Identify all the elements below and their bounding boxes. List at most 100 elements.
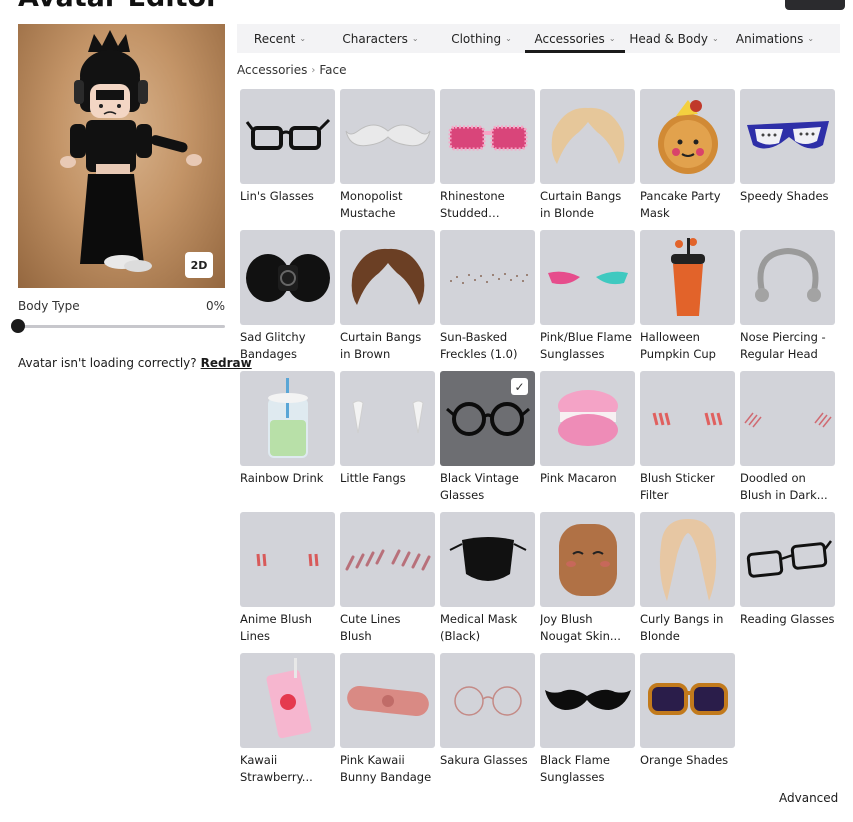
item-thumbnail[interactable] <box>240 512 335 607</box>
item-card[interactable]: Curtain Bangs in Brown <box>340 230 435 371</box>
item-card[interactable]: Speedy Shades <box>740 89 835 230</box>
item-card[interactable]: ✓ Black Vintage Glasses <box>440 371 535 512</box>
item-name: Reading Glasses <box>740 612 835 626</box>
view-2d-toggle[interactable]: 2D <box>185 252 213 278</box>
item-name: Black Vintage Glasses <box>440 471 519 502</box>
item-name: Blush Sticker Filter <box>640 471 715 502</box>
item-thumbnail[interactable] <box>440 512 535 607</box>
item-card[interactable]: Joy Blush Nougat Skin... <box>540 512 635 653</box>
item-card[interactable]: Curly Bangs in Blonde <box>640 512 735 653</box>
brown-bangs-icon <box>345 243 431 313</box>
item-name: Cute Lines Blush <box>340 612 401 643</box>
purple-shades-icon <box>743 115 833 159</box>
item-card[interactable]: Pink Macaron <box>540 371 635 512</box>
item-thumbnail[interactable] <box>640 371 735 466</box>
item-card[interactable]: Kawaii Strawberry... <box>240 653 335 794</box>
item-thumbnail[interactable] <box>540 230 635 325</box>
tab-accessories[interactable]: Accessories ⌄ <box>525 24 625 53</box>
body-type-slider-thumb[interactable] <box>11 319 25 333</box>
item-thumbnail[interactable] <box>640 89 735 184</box>
item-thumbnail[interactable] <box>440 230 535 325</box>
item-name: Orange Shades <box>640 753 729 767</box>
tab-characters[interactable]: Characters ⌄ <box>323 24 438 53</box>
item-card[interactable]: Lin's Glasses <box>240 89 335 230</box>
item-card[interactable]: Pancake Party Mask <box>640 89 735 230</box>
item-thumbnail[interactable] <box>240 230 335 325</box>
item-thumbnail[interactable] <box>340 371 435 466</box>
avatar-preview[interactable]: 2D <box>18 24 225 288</box>
item-thumbnail[interactable] <box>540 512 635 607</box>
item-thumbnail[interactable] <box>740 512 835 607</box>
item-thumbnail[interactable] <box>240 89 335 184</box>
reading-glasses-icon <box>743 535 833 585</box>
item-card[interactable]: Medical Mask (Black) <box>440 512 535 653</box>
breadcrumb-separator-icon: › <box>311 64 316 76</box>
item-card[interactable]: Anime Blush Lines <box>240 512 335 653</box>
black-glasses-icon <box>245 112 331 162</box>
item-card[interactable]: Pink Kawaii Bunny Bandage <box>340 653 435 794</box>
item-card[interactable]: Monopolist Mustache <box>340 89 435 230</box>
item-thumbnail[interactable] <box>640 653 735 748</box>
item-name: Kawaii Strawberry... <box>240 753 313 784</box>
item-card[interactable]: Little Fangs <box>340 371 435 512</box>
item-card[interactable]: Blush Sticker Filter <box>640 371 735 512</box>
freckles-icon <box>445 263 531 293</box>
tab-label: Clothing <box>451 31 502 46</box>
item-thumbnail[interactable] <box>740 230 835 325</box>
item-thumbnail[interactable] <box>740 371 835 466</box>
item-thumbnail[interactable] <box>640 230 735 325</box>
item-name: Lin's Glasses <box>240 189 314 203</box>
item-thumbnail[interactable] <box>440 653 535 748</box>
item-thumbnail[interactable] <box>240 653 335 748</box>
item-thumbnail[interactable] <box>540 653 635 748</box>
curly-bangs-icon <box>653 515 723 605</box>
item-thumbnail[interactable] <box>540 89 635 184</box>
item-card[interactable]: Sakura Glasses <box>440 653 535 794</box>
item-thumbnail[interactable] <box>740 89 835 184</box>
item-card[interactable]: Orange Shades <box>640 653 735 794</box>
item-name: Sad Glitchy Bandages <box>240 330 306 361</box>
item-card[interactable]: Nose Piercing - Regular Head <box>740 230 835 371</box>
tab-clothing[interactable]: Clothing ⌄ <box>438 24 525 53</box>
chevron-down-icon: ⌄ <box>505 34 512 43</box>
body-type-value: 0% <box>205 299 225 313</box>
item-card[interactable]: Halloween Pumpkin Cup <box>640 230 735 371</box>
item-card[interactable]: Rhinestone Studded Squar... <box>440 89 535 230</box>
item-name: Little Fangs <box>340 471 406 485</box>
tab-animations[interactable]: Animations ⌄ <box>723 24 827 53</box>
item-thumbnail[interactable] <box>540 371 635 466</box>
item-thumbnail[interactable] <box>340 653 435 748</box>
tab-label: Head & Body <box>629 31 708 46</box>
item-name: Halloween Pumpkin Cup <box>640 330 716 361</box>
nose-ring-icon <box>748 243 828 313</box>
tab-label: Accessories <box>534 31 605 46</box>
item-thumbnail[interactable] <box>440 89 535 184</box>
item-name: Pink/Blue Flame Sunglasses <box>540 330 632 361</box>
item-thumbnail[interactable] <box>340 512 435 607</box>
top-right-button[interactable] <box>785 0 845 10</box>
body-type-slider[interactable] <box>18 325 225 328</box>
pink-sunglasses-icon <box>446 117 530 157</box>
breadcrumb-parent[interactable]: Accessories <box>237 63 307 77</box>
item-card[interactable]: Sun-Basked Freckles (1.0) <box>440 230 535 371</box>
item-card[interactable]: Sad Glitchy Bandages <box>240 230 335 371</box>
item-thumbnail[interactable] <box>340 89 435 184</box>
item-thumbnail[interactable] <box>340 230 435 325</box>
chevron-down-icon: ⌄ <box>608 34 616 43</box>
item-card[interactable]: Rainbow Drink <box>240 371 335 512</box>
item-card[interactable]: Black Flame Sunglasses <box>540 653 635 794</box>
pumpkin-cup-icon <box>663 236 713 320</box>
tab-head-body[interactable]: Head & Body ⌄ <box>625 24 723 53</box>
advanced-link[interactable]: Advanced <box>779 791 838 805</box>
item-thumbnail[interactable] <box>640 512 735 607</box>
item-thumbnail[interactable]: ✓ <box>440 371 535 466</box>
item-card[interactable]: Cute Lines Blush <box>340 512 435 653</box>
item-card[interactable]: Doodled on Blush in Dark... <box>740 371 835 512</box>
tab-recent[interactable]: Recent ⌄ <box>237 24 323 53</box>
item-name: Sakura Glasses <box>440 753 528 767</box>
item-card[interactable]: Curtain Bangs in Blonde <box>540 89 635 230</box>
item-thumbnail[interactable] <box>240 371 335 466</box>
breadcrumb-current: Face <box>319 63 347 77</box>
item-card[interactable]: Pink/Blue Flame Sunglasses <box>540 230 635 371</box>
item-card[interactable]: Reading Glasses <box>740 512 835 653</box>
